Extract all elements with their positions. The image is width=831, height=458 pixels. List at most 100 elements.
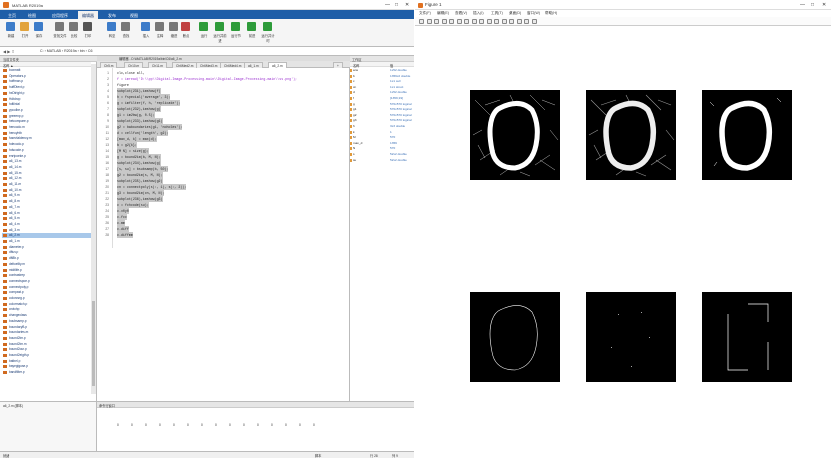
file-item[interactable]: hxDtright.p (2, 91, 95, 96)
ribbon-button-label[interactable]: 运行 (196, 33, 212, 38)
ribbon-button-icon[interactable] (69, 22, 78, 31)
ws-col-value[interactable]: 值 (390, 63, 393, 68)
file-item[interactable]: a6_1.m (2, 239, 95, 244)
file-item[interactable]: boundaries.m (2, 330, 95, 335)
file-item[interactable]: ypcolbe.p (2, 108, 95, 113)
fig-maximize-icon[interactable]: □ (811, 2, 814, 8)
ribbon-button-icon[interactable] (215, 22, 224, 31)
toolstrip-tab[interactable]: 应用程序 (48, 11, 72, 19)
toolstrip-tab[interactable]: 发布 (104, 11, 120, 19)
file-item[interactable]: boundaryB.p (2, 325, 95, 330)
open-icon[interactable] (426, 19, 432, 24)
ribbon-button-label[interactable]: 保存 (31, 33, 47, 38)
ribbon-button-icon[interactable] (155, 22, 164, 31)
file-item[interactable]: hetcompare.p (2, 119, 95, 124)
file-item[interactable]: hencodo.m (2, 125, 95, 130)
file-item[interactable]: midtlife.p (2, 268, 95, 273)
toolstrip-tab[interactable]: 视图 (126, 11, 142, 19)
pan-icon[interactable] (471, 19, 477, 24)
ribbon-button-icon[interactable] (6, 22, 15, 31)
figure-menu-item[interactable]: 桌面(D) (509, 11, 521, 16)
figure-menu-item[interactable]: 工具(T) (491, 11, 503, 16)
hide-tools-icon[interactable] (524, 19, 529, 24)
file-item[interactable]: batbel.p (2, 359, 95, 364)
datatip-icon[interactable] (486, 19, 492, 24)
file-item[interactable]: hdtlinial (2, 102, 95, 107)
file-item[interactable]: dft8b.p (2, 256, 95, 261)
file-item[interactable]: dftuv.p (2, 250, 95, 255)
ribbon-button-icon[interactable] (20, 22, 29, 31)
file-item[interactable]: Operators.p (2, 74, 95, 79)
file-item[interactable]: contrastrep (2, 273, 95, 278)
file-item[interactable]: a6_4.m (2, 222, 95, 227)
legend-icon[interactable] (516, 19, 522, 24)
dock-icon[interactable] (531, 19, 537, 24)
figure-menu-item[interactable]: 编辑(E) (437, 11, 449, 16)
file-item[interactable]: bound2our.p (2, 347, 95, 352)
file-item[interactable]: compast.p (2, 290, 95, 295)
file-item[interactable]: a6_5.m (2, 216, 95, 221)
zoom-out-icon[interactable] (464, 19, 469, 24)
ribbon-button-icon[interactable] (247, 22, 256, 31)
file-item[interactable]: bandfilter.p (2, 370, 95, 375)
file-item[interactable]: bayegiguse.p (2, 364, 95, 369)
file-item[interactable]: a6_9.m (2, 193, 95, 198)
file-item[interactable]: a6_7.m (2, 205, 95, 210)
ribbon-button-icon[interactable] (263, 22, 272, 31)
file-item[interactable]: bound2eigth.p (2, 353, 95, 358)
ribbon-button-icon[interactable] (169, 22, 178, 31)
fig-minimize-icon[interactable]: — (800, 2, 805, 8)
file-item[interactable]: huffDtext.p (2, 85, 95, 90)
ribbon-button-icon[interactable] (141, 22, 150, 31)
figure-menu-item[interactable]: 插入(I) (473, 11, 484, 16)
file-item[interactable]: connectpoly.p (2, 285, 95, 290)
ribbon-button-label[interactable]: 打印 (80, 33, 96, 38)
ribbon-button-icon[interactable] (34, 22, 43, 31)
file-item[interactable]: hdecodo.p (2, 142, 95, 147)
minimize-icon[interactable]: — (385, 2, 390, 8)
editor-tab[interactable]: Ch6Med4.m (220, 62, 246, 68)
fig-close-icon[interactable]: ✕ (822, 2, 826, 8)
save-icon[interactable] (434, 19, 439, 24)
back-icon[interactable]: ◀ ▶ ⇧ (3, 49, 15, 54)
editor-tab[interactable]: Ch6Med2.m (172, 62, 198, 68)
ribbon-button-label[interactable]: 运行节 (228, 33, 244, 38)
file-scroll-thumb[interactable] (92, 301, 95, 386)
file-item[interactable]: a6_10.m (2, 188, 95, 193)
editor-tab[interactable]: a6_2.m (268, 62, 287, 68)
file-item[interactable]: a6_8.m (2, 199, 95, 204)
file-item[interactable]: a6_12.m (2, 176, 95, 181)
ribbon-button-icon[interactable] (107, 22, 116, 31)
pointer-icon[interactable] (449, 19, 454, 24)
rotate-icon[interactable] (479, 19, 484, 24)
new-figure-icon[interactable] (419, 19, 424, 24)
file-item[interactable]: bound2im.p (2, 336, 95, 341)
file-item[interactable]: hoffman.p (2, 79, 95, 84)
zoom-in-icon[interactable] (456, 19, 462, 24)
ribbon-button-icon[interactable] (231, 22, 240, 31)
file-item[interactable]: crotchp (2, 307, 95, 312)
address-bar[interactable]: ◀ ▶ ⇧ C: › MATLAB › R2019a › bin › C6 (0, 47, 414, 56)
ws-col-name[interactable]: 名称 (353, 63, 359, 68)
file-item[interactable]: bound2im.m (2, 342, 95, 347)
ribbon-button-label[interactable]: 查找 (118, 33, 134, 38)
file-item[interactable]: connectspoe.p (2, 279, 95, 284)
file-item[interactable]: a6_14.m (2, 165, 95, 170)
ribbon-button-icon[interactable] (55, 22, 64, 31)
ribbon-button-icon[interactable] (199, 22, 208, 31)
file-item[interactable]: deltoellty.m (2, 262, 95, 267)
workspace-column-header[interactable]: 名称 值 (350, 62, 414, 68)
code-line[interactable]: f = imread('D:\\pp\\Digital-Image-Proces… (117, 76, 297, 82)
brush-icon[interactable] (494, 19, 499, 24)
figure-menu-item[interactable]: 文件(F) (419, 11, 431, 16)
file-item[interactable]: boubsamp.p (2, 319, 95, 324)
code-area[interactable]: 1 clc,close all, 2 f = imread('D:\\pp\\Digi… (97, 70, 350, 250)
file-item[interactable]: a6_11.m (2, 182, 95, 187)
add-tab-icon[interactable]: + (333, 62, 343, 68)
close-icon[interactable]: ✕ (405, 2, 409, 8)
file-item[interactable]: hdscode.p (2, 148, 95, 153)
file-item[interactable]: a6_2.m (2, 233, 95, 239)
file-item[interactable]: Hdtdrop (2, 97, 95, 102)
file-item[interactable]: enrtpoeke.p (2, 154, 95, 159)
file-item[interactable]: a6_13.m (2, 159, 95, 164)
